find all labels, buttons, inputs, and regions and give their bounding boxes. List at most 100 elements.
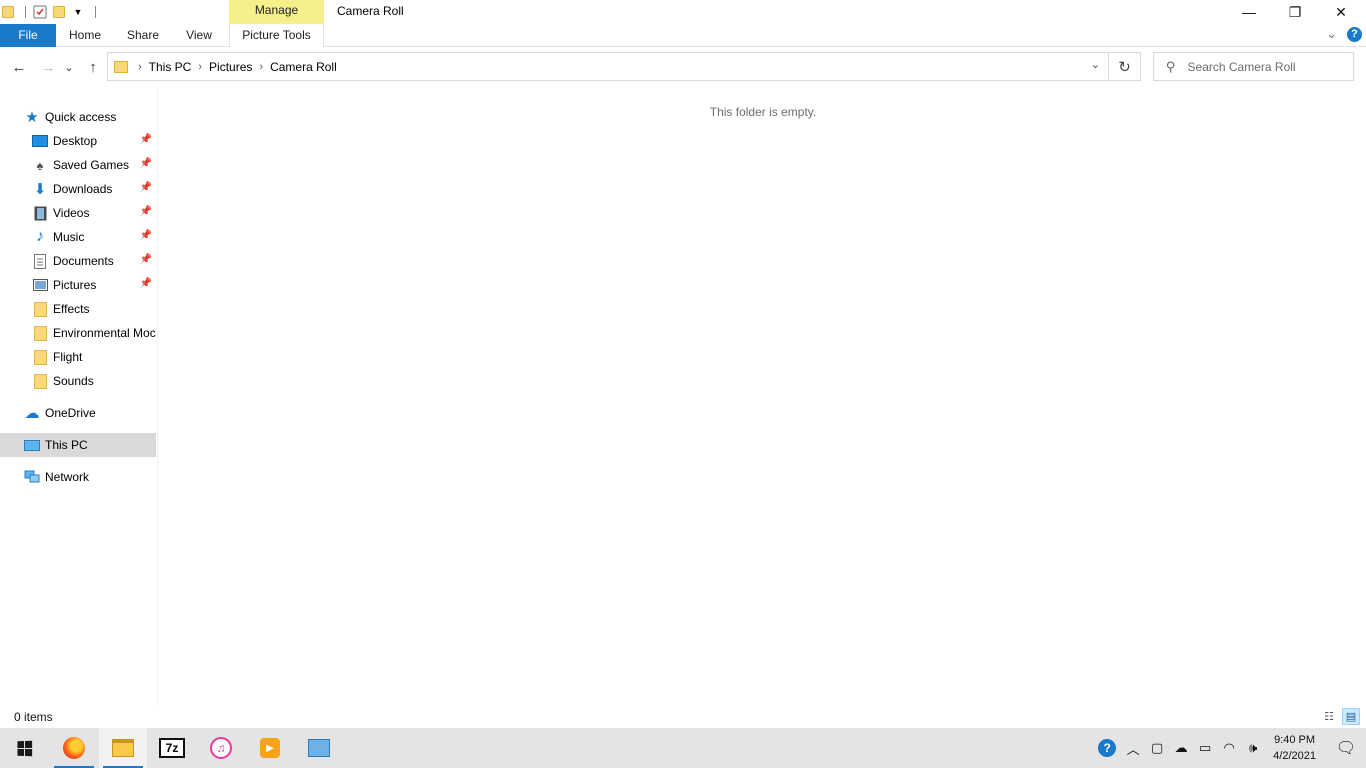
customize-dropdown-icon[interactable]: ▼ (70, 4, 86, 20)
sidebar-item-flight[interactable]: Flight (0, 345, 156, 369)
pictures-icon (32, 277, 48, 293)
notification-center-icon[interactable]: 🗨 (1326, 728, 1366, 768)
sidebar-item-sounds[interactable]: Sounds (0, 369, 156, 393)
search-input[interactable] (1187, 59, 1348, 74)
sidebar-item-label: Environmental Moc (53, 326, 156, 340)
recent-locations-button[interactable]: ⌄ (62, 57, 76, 77)
sidebar-item-pictures[interactable]: Pictures 📌 (0, 273, 156, 297)
item-count: 0 items (14, 710, 53, 724)
refresh-button[interactable]: ↻ (1109, 52, 1141, 81)
meet-now-icon[interactable]: ▢ (1150, 740, 1164, 756)
navigation-bar: ← → ⌄ ↑ › This PC › Pictures › Camera Ro… (0, 47, 1366, 87)
empty-folder-message: This folder is empty. (709, 105, 817, 119)
status-bar: 0 items ☷ ▤ (0, 705, 1366, 728)
cloud-icon: ☁ (24, 405, 40, 422)
pin-icon[interactable]: 📌 (140, 278, 152, 289)
battery-icon[interactable]: ▭ (1198, 740, 1212, 756)
videos-icon (32, 205, 48, 221)
taskbar-itunes[interactable]: ♫ (197, 728, 245, 768)
sidebar-item-label: Pictures (53, 278, 97, 292)
windows-logo-icon (16, 740, 32, 756)
file-list-area[interactable]: This folder is empty. (159, 87, 1366, 705)
breadcrumb-this-pc[interactable]: This PC (149, 60, 192, 74)
taskbar: 7z ♫ ▶ ? ︿ ▢ ☁ ▭ ◠ 🕪 9:40 PM 4/2/2021 🗨 (0, 728, 1366, 768)
back-button[interactable]: ← (9, 57, 29, 77)
sidebar-item-label: Quick access (45, 110, 117, 124)
taskbar-media-player[interactable]: ▶ (246, 728, 294, 768)
ribbon-tabs: File Home Share View Picture Tools ⌄ ? (0, 24, 1366, 47)
restore-button[interactable]: ❐ (1272, 0, 1318, 24)
sidebar-item-this-pc[interactable]: This PC (0, 433, 156, 457)
forward-button[interactable]: → (38, 57, 58, 77)
minimize-button[interactable]: — (1226, 0, 1272, 24)
sidebar-item-saved-games[interactable]: ♠ Saved Games 📌 (0, 153, 156, 177)
help-icon[interactable]: ? (1347, 26, 1362, 42)
chevron-up-icon[interactable]: ︿ (1126, 739, 1140, 758)
sidebar-item-label: Documents (53, 254, 114, 268)
breadcrumb-camera-roll[interactable]: Camera Roll (270, 60, 337, 74)
sidebar-item-network[interactable]: Network (0, 465, 156, 489)
sidebar-item-label: Sounds (53, 374, 94, 388)
tab-share[interactable]: Share (118, 24, 168, 47)
chevron-right-icon[interactable]: › (138, 61, 142, 73)
sidebar-item-documents[interactable]: Documents 📌 (0, 249, 156, 273)
sidebar-item-label: OneDrive (45, 406, 96, 420)
properties-icon[interactable] (32, 4, 48, 20)
folder-icon (32, 349, 48, 365)
pin-icon[interactable]: 📌 (140, 158, 152, 169)
taskbar-firefox[interactable] (50, 728, 98, 768)
tab-picture-tools[interactable]: Picture Tools (229, 24, 324, 47)
tab-file[interactable]: File (0, 24, 56, 47)
sidebar-item-label: Flight (53, 350, 83, 364)
pin-icon[interactable]: 📌 (140, 134, 152, 145)
clock[interactable]: 9:40 PM 4/2/2021 (1273, 732, 1316, 764)
volume-icon[interactable]: 🕪 (1246, 740, 1260, 756)
pin-icon[interactable]: 📌 (140, 254, 152, 265)
start-button[interactable] (0, 728, 48, 768)
saved-games-icon: ♠ (36, 157, 44, 173)
download-icon: ⬇ (33, 181, 47, 198)
control-panel-icon (308, 739, 330, 757)
expand-ribbon-icon[interactable]: ⌄ (1326, 26, 1337, 42)
pin-icon[interactable]: 📌 (140, 206, 152, 217)
search-icon: ⚲ (1166, 58, 1176, 74)
address-bar[interactable]: › This PC › Pictures › Camera Roll ⌄ (107, 52, 1109, 81)
sidebar-item-label: Effects (53, 302, 90, 316)
chevron-right-icon[interactable]: › (198, 61, 202, 73)
window-title: Camera Roll (337, 4, 404, 18)
chevron-right-icon[interactable]: › (259, 61, 263, 73)
tab-view[interactable]: View (176, 24, 222, 47)
taskbar-control-panel[interactable] (295, 728, 343, 768)
media-player-icon: ▶ (260, 738, 280, 758)
sidebar-item-effects[interactable]: Effects (0, 297, 156, 321)
toolbar-divider (95, 6, 96, 18)
wifi-icon[interactable]: ◠ (1222, 740, 1236, 756)
pin-icon[interactable]: 📌 (140, 230, 152, 241)
help-tray-icon[interactable]: ? (1098, 739, 1117, 757)
sidebar-item-desktop[interactable]: Desktop 📌 (0, 129, 156, 153)
close-button[interactable]: ✕ (1318, 0, 1364, 24)
7zip-icon: 7z (159, 738, 185, 758)
chevron-down-icon[interactable]: ⌄ (1091, 58, 1100, 71)
details-view-icon[interactable]: ☷ (1320, 708, 1338, 725)
sidebar-item-environmental[interactable]: Environmental Moc (0, 321, 156, 345)
new-folder-icon[interactable] (51, 4, 67, 20)
search-box[interactable]: ⚲ (1153, 52, 1354, 81)
taskbar-file-explorer[interactable] (99, 728, 147, 768)
network-icon (24, 469, 40, 485)
large-icons-view-icon[interactable]: ▤ (1342, 708, 1360, 725)
onedrive-tray-icon[interactable]: ☁ (1174, 740, 1188, 756)
sidebar-item-music[interactable]: ♪ Music 📌 (0, 225, 156, 249)
up-button[interactable]: ↑ (83, 57, 103, 77)
breadcrumb-pictures[interactable]: Pictures (209, 60, 252, 74)
sidebar-item-downloads[interactable]: ⬇ Downloads 📌 (0, 177, 156, 201)
pin-icon[interactable]: 📌 (140, 182, 152, 193)
taskbar-7zip[interactable]: 7z (148, 728, 196, 768)
folder-icon (114, 60, 128, 73)
sidebar-item-onedrive[interactable]: ☁ OneDrive (0, 401, 156, 425)
sidebar-item-videos[interactable]: Videos 📌 (0, 201, 156, 225)
sidebar-item-quick-access[interactable]: ★ Quick access (0, 105, 156, 129)
tab-home[interactable]: Home (60, 24, 110, 47)
file-explorer-icon (112, 739, 134, 757)
folder-icon[interactable] (0, 4, 16, 20)
